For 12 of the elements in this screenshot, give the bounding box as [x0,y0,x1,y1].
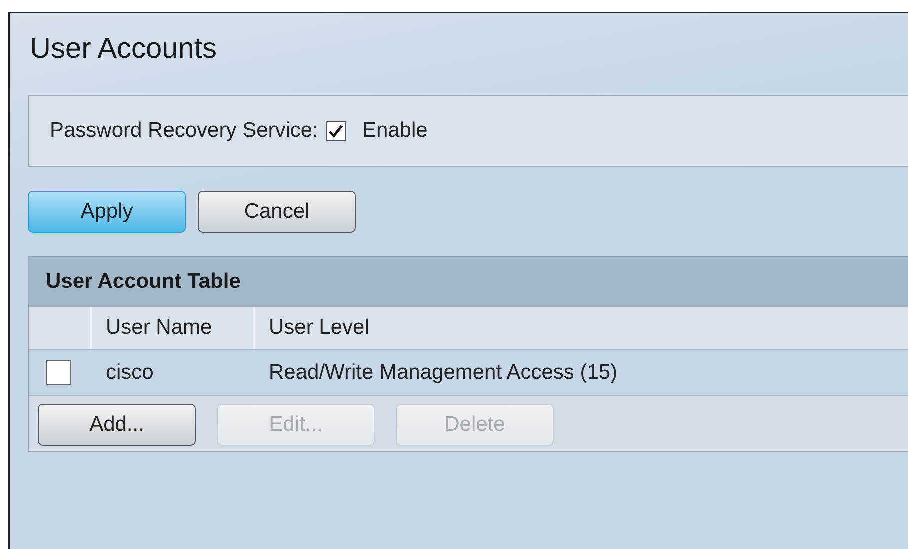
table-cell-text: cisco [105,360,155,386]
table-cell-text: Read/Write Management Access (15) [268,360,619,386]
cancel-button[interactable]: Cancel [198,191,356,233]
row-checkbox[interactable] [46,360,71,385]
apply-button[interactable]: Apply [28,191,186,233]
checkmark-icon [329,124,344,138]
table-title: User Account Table [29,256,908,306]
field-label: Password Recovery Service: [50,119,318,143]
add-button[interactable]: Add... [38,404,196,446]
enable-checkbox[interactable] [326,121,346,141]
page-title: User Accounts [29,32,218,67]
checkbox-label: Enable [362,119,428,143]
